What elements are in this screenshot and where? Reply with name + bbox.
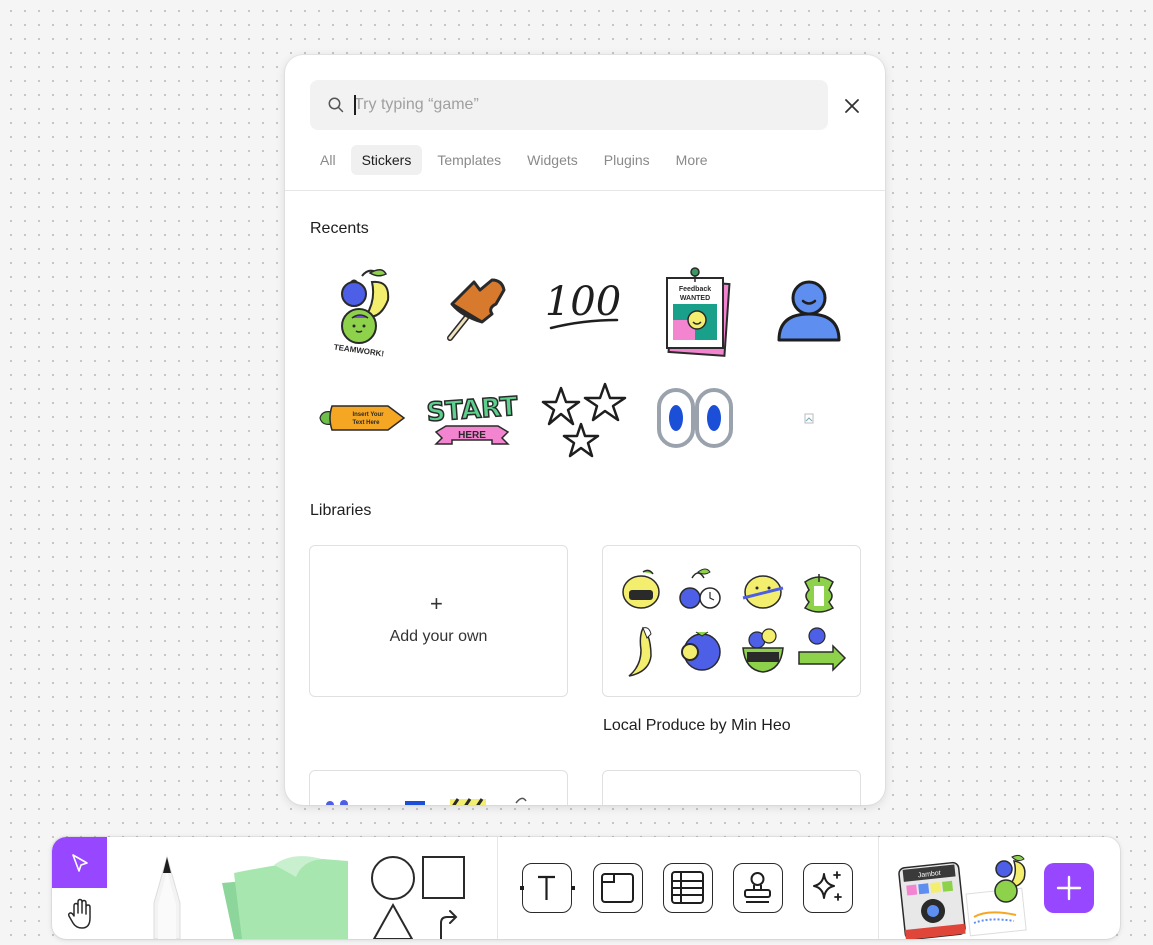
toolbar-divider — [878, 837, 879, 939]
libraries-heading: Libraries — [310, 502, 372, 519]
tab-plugins[interactable]: Plugins — [593, 145, 661, 175]
person-avatar-sticker[interactable] — [757, 260, 857, 360]
hand-tool[interactable] — [52, 888, 107, 939]
broken-image-icon[interactable] — [757, 368, 857, 468]
tab-more[interactable]: More — [665, 145, 719, 175]
search-input[interactable] — [354, 80, 814, 130]
tab-templates[interactable]: Templates — [426, 145, 512, 175]
section-icon — [601, 873, 634, 903]
svg-text:Text Here: Text Here — [353, 420, 381, 426]
start-here-sticker[interactable]: START HERE — [422, 368, 522, 468]
carrot-text-sticker[interactable]: Insert Your Text Here — [310, 368, 410, 468]
tab-stickers[interactable]: Stickers — [350, 145, 423, 175]
search-icon — [328, 97, 344, 113]
svg-text:Feedback: Feedback — [679, 286, 711, 293]
svg-text:WANTED: WANTED — [680, 295, 710, 302]
add-your-own-label: Add your own — [389, 628, 488, 645]
category-tabs: All Stickers Templates Widgets Plugins M… — [310, 145, 723, 175]
tab-all[interactable]: All — [309, 145, 347, 175]
add-button[interactable] — [1044, 863, 1094, 913]
add-your-own-card[interactable]: + Add your own — [309, 545, 568, 697]
divider — [285, 190, 885, 191]
library-card-4[interactable] — [602, 770, 861, 805]
stamp-icon — [744, 872, 771, 903]
library-name-local-produce: Local Produce by Min Heo — [603, 717, 791, 734]
svg-text:Insert Your: Insert Your — [352, 412, 384, 418]
bottom-toolbar: Jambot — [52, 837, 1120, 939]
cursor-arrow-icon — [72, 854, 88, 872]
svg-text:TEAMWORK!: TEAMWORK! — [333, 343, 384, 359]
feedback-wanted-sticker[interactable]: Feedback WANTED — [645, 260, 745, 360]
table-tool[interactable] — [663, 863, 713, 913]
plus-icon: + — [430, 591, 443, 616]
recents-heading: Recents — [310, 220, 369, 237]
shapes-tool[interactable] — [362, 851, 472, 939]
svg-text:START: START — [426, 392, 519, 428]
pencil-tool[interactable] — [132, 847, 202, 939]
library-preview — [326, 797, 527, 805]
stars-sticker[interactable] — [533, 368, 633, 468]
svg-text:HERE: HERE — [458, 430, 486, 441]
googly-eyes-sticker[interactable] — [645, 368, 745, 468]
section-tool[interactable] — [593, 863, 643, 913]
table-icon — [671, 871, 704, 904]
hand-icon — [67, 898, 91, 929]
library-card-3[interactable] — [309, 770, 568, 805]
search-bar[interactable] — [310, 80, 828, 130]
hundred-sticker[interactable]: 100 — [533, 260, 633, 360]
local-produce-preview — [622, 568, 847, 677]
tab-widgets[interactable]: Widgets — [516, 145, 589, 175]
sparkle-icon — [813, 871, 842, 901]
close-icon[interactable] — [841, 95, 863, 117]
pushpin-sticker[interactable] — [422, 260, 522, 360]
toolbar-divider — [497, 837, 498, 939]
sticky-note-tool[interactable] — [212, 853, 357, 939]
text-handles — [520, 886, 575, 890]
stamp-tool[interactable] — [733, 863, 783, 913]
local-produce-library-card[interactable] — [602, 545, 861, 697]
resources-panel: All Stickers Templates Widgets Plugins M… — [285, 55, 885, 805]
text-caret — [354, 95, 356, 115]
ai-sparkle-tool[interactable] — [803, 863, 853, 913]
teamwork-fruit-sticker[interactable]: TEAMWORK! — [310, 260, 410, 360]
plus-icon — [1056, 875, 1082, 901]
jambot-widget-preview[interactable]: Jambot — [896, 851, 1036, 939]
move-tool[interactable] — [52, 837, 107, 888]
svg-text:100: 100 — [545, 279, 621, 325]
